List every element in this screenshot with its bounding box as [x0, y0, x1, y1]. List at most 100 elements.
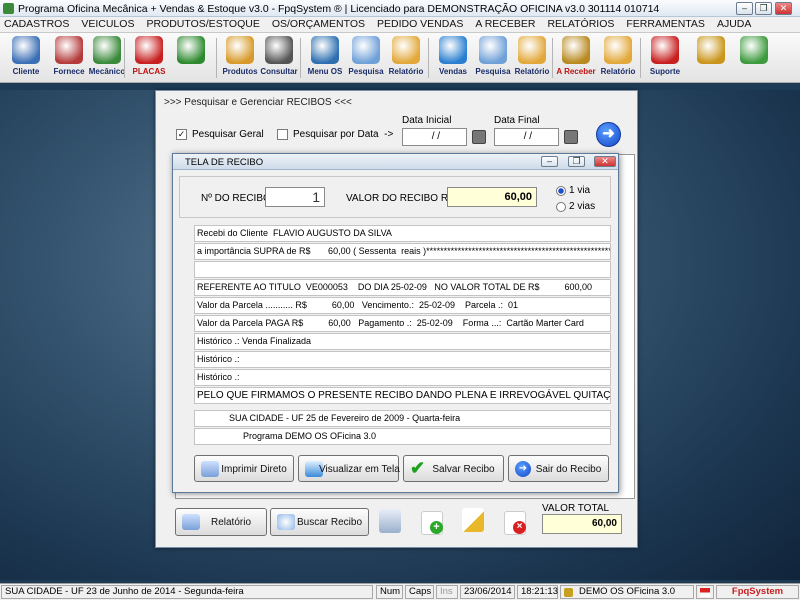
- toolbar-label: Pesquisa: [348, 67, 384, 76]
- minimize-button[interactable]: –: [541, 156, 558, 167]
- recibo-program-line: Programa DEMO OS OFicina 3.0: [194, 428, 611, 445]
- toolbar: Cliente Fornece Mecânico PLACAS Produtos Cons…: [0, 33, 800, 83]
- toolbar-consultar-button[interactable]: Consultar: [258, 36, 300, 81]
- imprimir-direto-button[interactable]: Imprimir Direto: [194, 455, 294, 482]
- window-title: Programa Oficina Mecânica + Vendas & Est…: [18, 3, 660, 15]
- pesquisar-por-data-checkbox[interactable]: [277, 129, 288, 140]
- toolbar-pesquisa-button[interactable]: Pesquisa: [472, 36, 514, 81]
- toolbar-calendar-clock-button[interactable]: [170, 36, 212, 81]
- search-go-arrow-icon[interactable]: ➜: [596, 122, 621, 147]
- recibo-line: Recebi do Cliente FLAVIO AUGUSTO DA SILV…: [194, 225, 611, 242]
- status-num: Num: [376, 585, 403, 599]
- status-app: DEMO OS OFicina 3.0: [560, 585, 694, 599]
- sair-do-recibo-button[interactable]: ➜ Sair do Recibo: [508, 455, 609, 482]
- checklist-icon: [311, 36, 339, 64]
- calendar-icon[interactable]: [472, 130, 486, 144]
- menu-a-receber[interactable]: A RECEBER: [475, 17, 535, 32]
- toolbar-exit-door-button[interactable]: [733, 36, 775, 81]
- toolbar-vendas-button[interactable]: Vendas: [432, 36, 474, 81]
- restore-button[interactable]: ❐: [568, 156, 585, 167]
- toolbar-label: Fornece: [53, 67, 85, 76]
- menu-cadastros[interactable]: CADASTROS: [4, 17, 69, 32]
- toolbar-mec-nico-button[interactable]: Mecânico: [86, 36, 128, 81]
- toolbar-coin-button[interactable]: [690, 36, 732, 81]
- toolbar-relat-rio-button[interactable]: Relatório: [511, 36, 553, 81]
- magnifier-icon: [479, 36, 507, 64]
- numero-recibo-field[interactable]: 1: [265, 187, 325, 207]
- coin-icon: [697, 36, 725, 64]
- status-flag-icon: [696, 585, 714, 599]
- status-time: 18:21:13: [517, 585, 558, 599]
- recibo-line: [194, 261, 611, 278]
- data-final-field[interactable]: / /: [494, 128, 559, 146]
- cliente-person-icon: [12, 36, 40, 64]
- tela-de-recibo-dialog: TELA DE RECIBO – ❐ ✕ Nº DO RECIBO 1 VALO…: [172, 153, 619, 493]
- barcode-icon: [265, 36, 293, 64]
- recibo-line: Valor da Parcela ........... R$ 60,00 Ve…: [194, 297, 611, 314]
- via2-radio[interactable]: [556, 202, 566, 212]
- pesquisar-geral-checkbox[interactable]: ✓: [176, 129, 187, 140]
- close-button[interactable]: ✕: [594, 156, 616, 167]
- pesquisar-por-data-label: Pesquisar por Data ->: [293, 129, 394, 140]
- toolbar-a-receber-button[interactable]: A Receber: [555, 36, 597, 81]
- numero-recibo-label: Nº DO RECIBO: [201, 193, 271, 204]
- menu-veiculos[interactable]: VEICULOS: [81, 17, 134, 32]
- toolbar-produtos-button[interactable]: Produtos: [219, 36, 261, 81]
- pesquisar-geral-label: Pesquisar Geral: [192, 129, 264, 140]
- data-inicial-field[interactable]: / /: [402, 128, 467, 146]
- data-final-label: Data Final: [494, 115, 540, 126]
- toolbar-label: A Receber: [556, 67, 596, 76]
- menu-relat-rios[interactable]: RELATÓRIOS: [547, 17, 614, 32]
- status-caps: Caps: [405, 585, 434, 599]
- report-icon: [392, 36, 420, 64]
- status-ins: Ins: [436, 585, 458, 599]
- menu-ajuda[interactable]: AJUDA: [717, 17, 751, 32]
- recibo-line: PELO QUE FIRMAMOS O PRESENTE RECIBO DAND…: [194, 387, 611, 404]
- menu-pedido-vendas[interactable]: PEDIDO VENDAS: [377, 17, 463, 32]
- valor-total-field: 60,00: [542, 514, 622, 534]
- toolbar-cliente-button[interactable]: Cliente: [5, 36, 47, 81]
- boxes-icon: [226, 36, 254, 64]
- toolbar-pesquisa-button[interactable]: Pesquisa: [345, 36, 387, 81]
- edit-pencil-icon[interactable]: [462, 508, 484, 532]
- toolbar-relat-rio-button[interactable]: Relatório: [597, 36, 639, 81]
- status-city: SUA CIDADE - UF 23 de Junho de 2014 - Se…: [1, 585, 373, 599]
- minimize-button[interactable]: –: [736, 2, 753, 15]
- recibo-line: Histórico .:: [194, 351, 611, 368]
- toolbar-separator: [428, 38, 429, 78]
- monitor-icon: [439, 36, 467, 64]
- toolbar-suporte-button[interactable]: Suporte: [644, 36, 686, 81]
- recibo-line: Valor da Parcela PAGA R$ 60,00 Pagamento…: [194, 315, 611, 332]
- toolbar-label: Menu OS: [307, 67, 343, 76]
- toolbar-label: Consultar: [260, 67, 298, 76]
- toolbar-separator: [640, 38, 641, 78]
- report-icon: [604, 36, 632, 64]
- toolbar-fornece-button[interactable]: Fornece: [48, 36, 90, 81]
- toolbar-label: PLACAS: [132, 67, 166, 76]
- add-document-icon[interactable]: +: [421, 511, 443, 535]
- toolbar-menu-os-button[interactable]: Menu OS: [304, 36, 346, 81]
- close-button[interactable]: ✕: [775, 2, 792, 15]
- toolbar-relat-rio-button[interactable]: Relatório: [385, 36, 427, 81]
- relatorio-button[interactable]: Relatório: [175, 508, 267, 536]
- toolbar-placas-button[interactable]: PLACAS: [128, 36, 170, 81]
- menu-produtos-estoque[interactable]: PRODUTOS/ESTOQUE: [146, 17, 259, 32]
- calendar-icon[interactable]: [564, 130, 578, 144]
- salvar-recibo-button[interactable]: ✔ Salvar Recibo: [403, 455, 504, 482]
- via1-radio[interactable]: [556, 186, 566, 196]
- delete-document-icon[interactable]: ×: [504, 511, 526, 535]
- menu-os-or-amentos[interactable]: OS/ORÇAMENTOS: [272, 17, 365, 32]
- exit-door-icon: [740, 36, 768, 64]
- restore-button[interactable]: ❐: [755, 2, 772, 15]
- toolbar-separator: [300, 38, 301, 78]
- menu-ferramentas[interactable]: FERRAMENTAS: [626, 17, 705, 32]
- valor-recibo-field[interactable]: 60,00: [447, 187, 537, 207]
- fornecedor-person-icon: [55, 36, 83, 64]
- print-preview-icon[interactable]: [379, 509, 401, 533]
- recibos-header: >>> Pesquisar e Gerenciar RECIBOS <<<: [164, 97, 352, 108]
- title-bar: Programa Oficina Mecânica + Vendas & Est…: [0, 0, 800, 17]
- visualizar-em-tela-button[interactable]: Visualizar em Tela: [298, 455, 400, 482]
- buscar-recibo-button[interactable]: Buscar Recibo: [270, 508, 369, 536]
- recibo-line: a importância SUPRA de R$ 60,00 ( Sessen…: [194, 243, 611, 260]
- toolbar-label: Vendas: [438, 67, 467, 76]
